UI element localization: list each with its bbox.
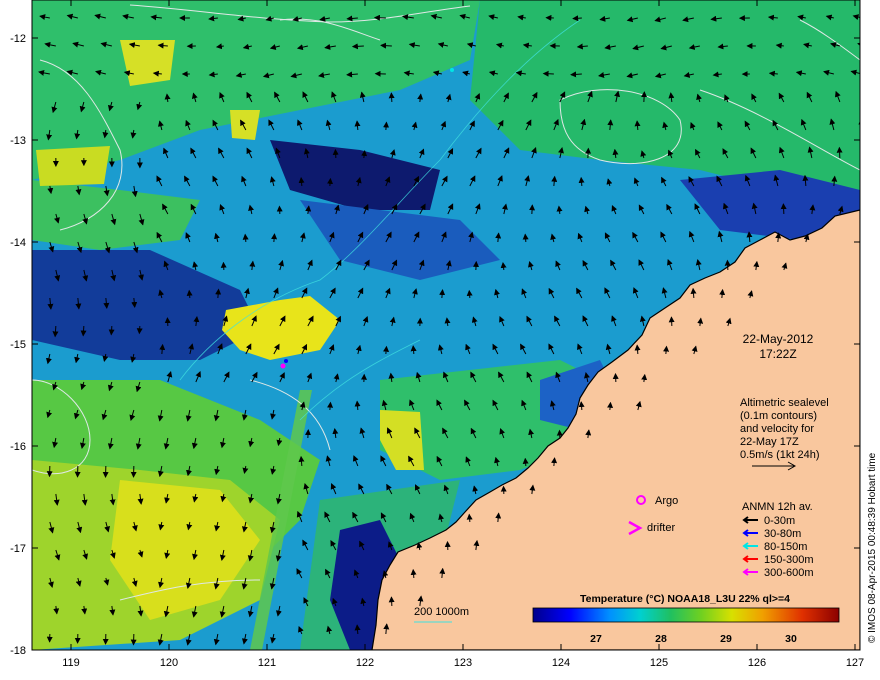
anmn-label: 30-80m — [764, 528, 801, 540]
velocity-arrow — [327, 401, 334, 411]
altimetry-line: 22-May 17Z — [740, 436, 799, 448]
drifter-label: drifter — [647, 522, 675, 534]
lat-tick-label: -17 — [10, 543, 26, 555]
lon-tick-label: 121 — [258, 657, 276, 669]
lon-tick-label: 122 — [356, 657, 374, 669]
velocity-arrow — [380, 42, 392, 49]
isobath-label: 200 1000m — [414, 606, 469, 618]
colorbar-tick: 29 — [720, 633, 732, 645]
velocity-arrow — [410, 568, 417, 579]
lat-tick-label: -18 — [10, 645, 26, 657]
anmn-label: 80-150m — [764, 541, 807, 553]
colorbar-title: Temperature (°C) NOAA18_L3U 22% ql>=4 — [580, 593, 790, 605]
lat-tick-label: -15 — [10, 339, 26, 351]
velocity-arrow — [572, 15, 582, 22]
lon-tick-label: 126 — [748, 657, 766, 669]
lon-tick-label: 124 — [552, 657, 570, 669]
velocity-arrow — [383, 121, 390, 131]
velocity-arrow — [383, 345, 390, 355]
velocity-arrow — [641, 91, 648, 103]
credit-text: © IMOS 08-Apr-2015 00:48:39 Hobart time — [867, 452, 878, 643]
map-date: 22-May-2012 — [743, 332, 814, 346]
anmn-label: 300-600m — [764, 567, 814, 579]
argo-label: Argo — [655, 495, 678, 507]
mooring-marker — [280, 363, 286, 369]
colorbar-gradient — [532, 607, 840, 623]
colorbar-tick: 30 — [785, 633, 797, 645]
velocity-arrow — [108, 325, 115, 336]
colorbar-tick: 27 — [590, 633, 602, 645]
velocity-arrow — [327, 177, 334, 187]
map-time: 17:22Z — [759, 347, 796, 361]
lon-tick-label: 120 — [160, 657, 178, 669]
sst-map: -12 -13 -14 -15 -16 -17 -18 119 120 121 122 123 124… — [10, 0, 878, 669]
velocity-arrow — [663, 345, 670, 355]
velocity-arrow — [410, 345, 417, 355]
colorbar-tick: 28 — [655, 633, 667, 645]
velocity-arrow — [866, 91, 868, 102]
lon-tick-label: 119 — [62, 657, 80, 669]
mooring-marker — [284, 359, 288, 363]
velocity-arrow — [859, 176, 860, 184]
altimetry-line: 0.5m/s (1kt 24h) — [740, 449, 819, 461]
velocity-arrow — [136, 325, 143, 335]
lon-tick-label: 125 — [650, 657, 668, 669]
lat-tick-label: -13 — [10, 135, 26, 147]
velocity-arrow — [466, 513, 473, 523]
velocity-arrow — [351, 43, 364, 50]
lat-tick-label: -16 — [10, 441, 26, 453]
velocity-arrow — [186, 289, 193, 299]
altimetry-line: and velocity for — [740, 423, 814, 435]
velocity-arrow — [578, 401, 585, 411]
velocity-arrow — [271, 233, 278, 243]
velocity-arrow — [522, 233, 529, 243]
anmn-title: ANMN 12h av. — [742, 501, 813, 513]
lat-tick-label: -12 — [10, 33, 26, 45]
altimetry-line: (0.1m contours) — [740, 410, 817, 422]
velocity-arrow — [80, 325, 87, 337]
velocity-arrow — [522, 457, 529, 467]
velocity-arrow — [466, 289, 473, 299]
anmn-label: 0-30m — [764, 515, 795, 527]
velocity-arrow — [215, 288, 222, 299]
altimetry-line: Altimetric sealevel — [740, 397, 829, 409]
velocity-arrow — [578, 176, 585, 187]
velocity-arrow — [868, 149, 869, 158]
velocity-arrow — [607, 401, 614, 411]
lon-tick-label: 127 — [846, 657, 864, 669]
lat-tick-label: -14 — [10, 237, 26, 249]
anmn-label: 150-300m — [764, 554, 814, 566]
velocity-arrow — [242, 233, 249, 243]
velocity-arrow — [858, 118, 860, 125]
velocity-arrow — [439, 289, 446, 299]
lon-tick-label: 123 — [454, 657, 472, 669]
mooring-marker — [450, 68, 454, 72]
